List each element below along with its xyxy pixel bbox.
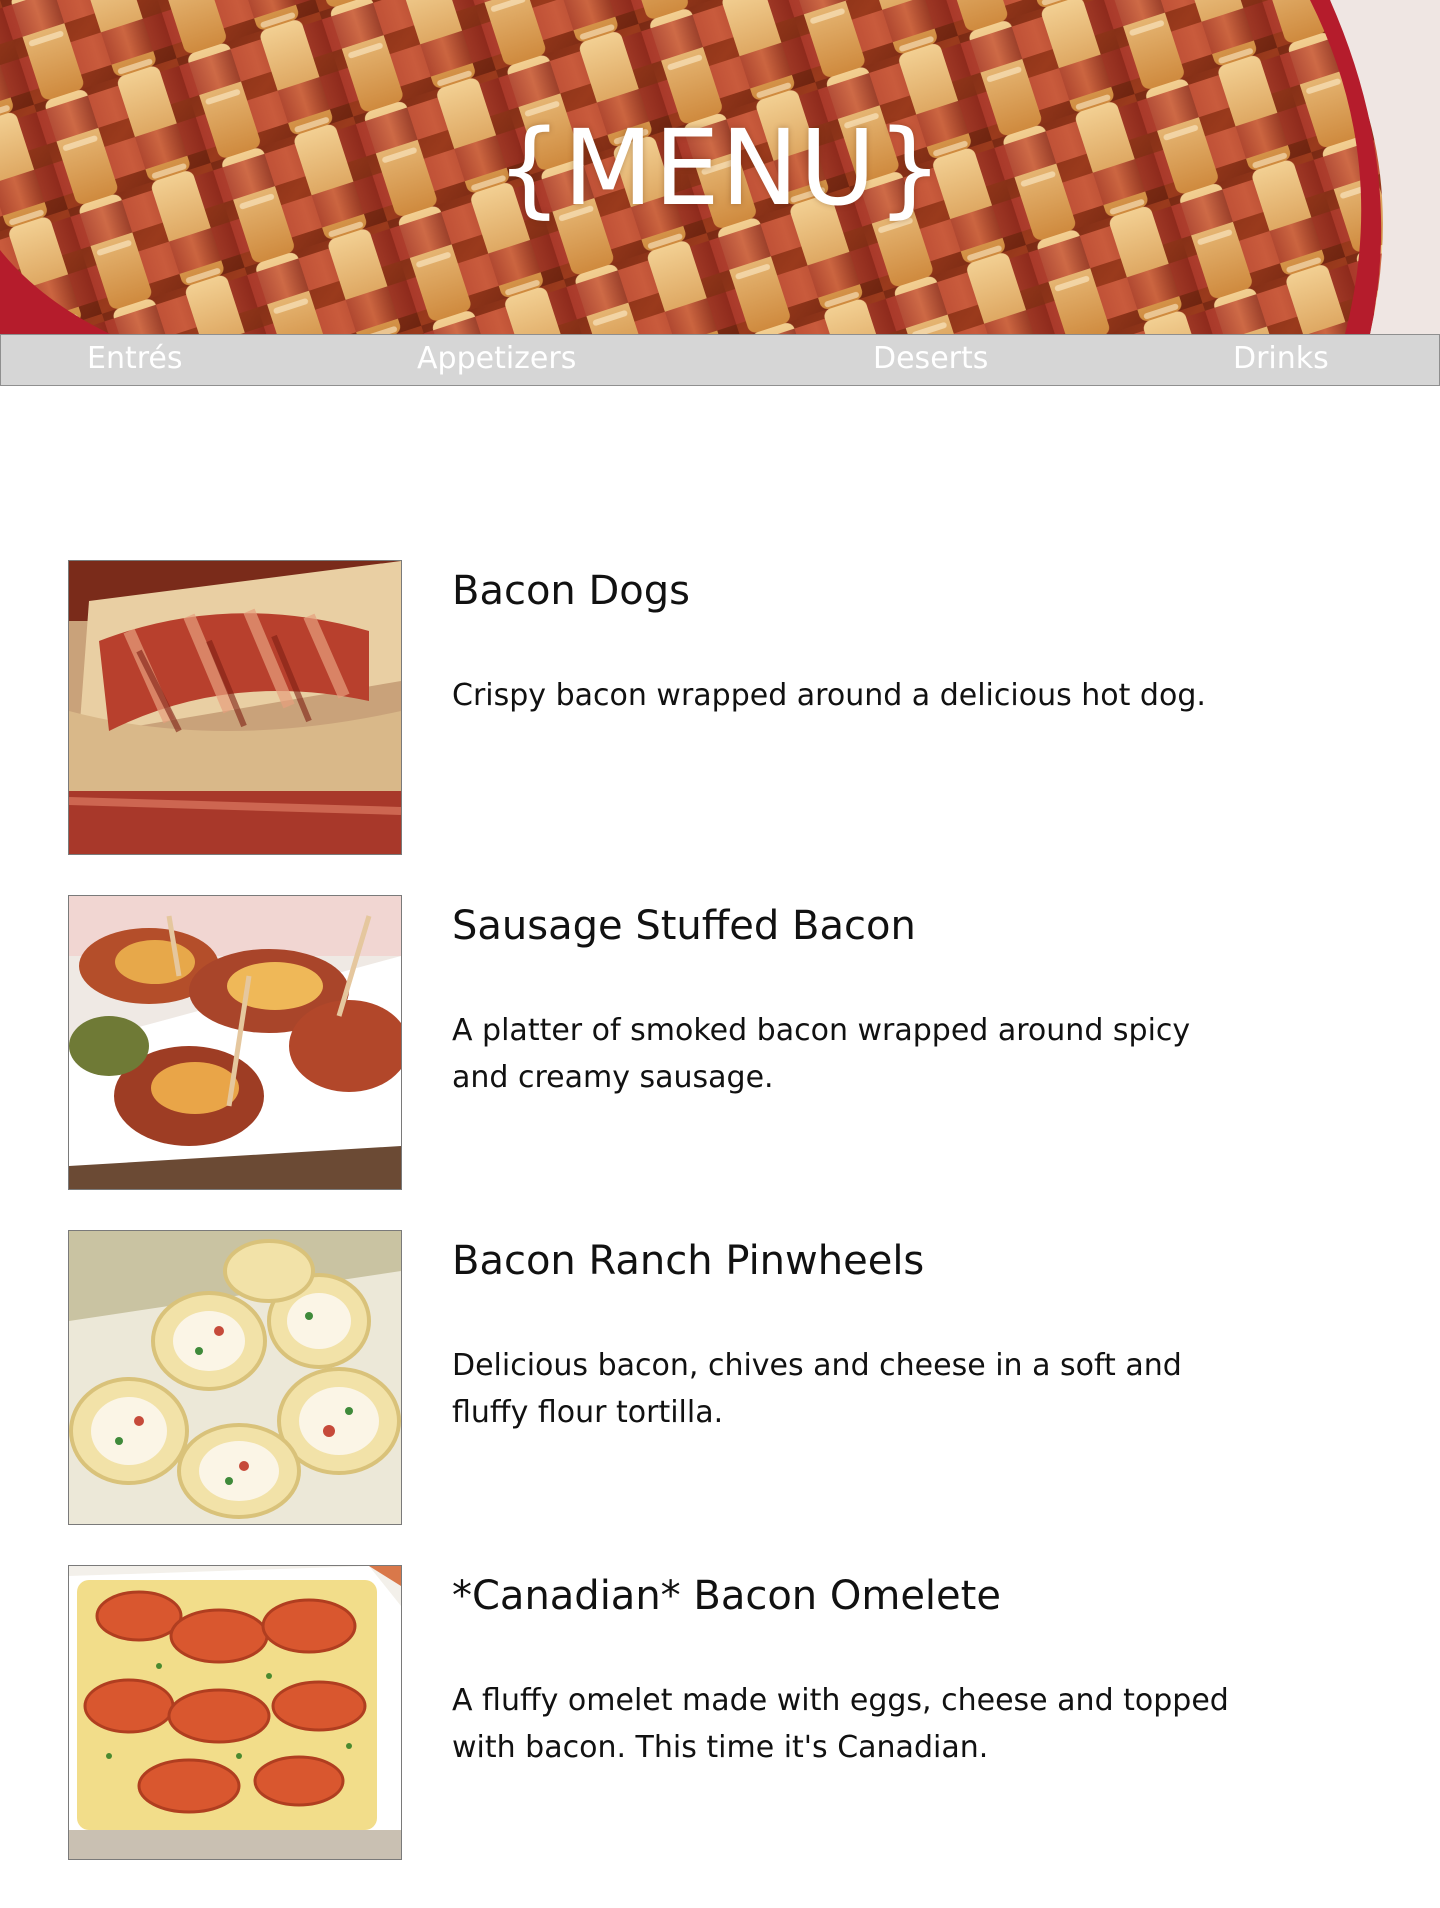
menu-item-title: Bacon Dogs <box>452 568 690 614</box>
menu-item-photo <box>68 1230 402 1525</box>
menu-item: Bacon Dogs Crispy bacon wrapped around a… <box>68 560 1368 855</box>
menu-item-photo <box>68 560 402 855</box>
menu-item-description: Crispy bacon wrapped around a delicious … <box>452 678 1206 713</box>
menu-item-title: Sausage Stuffed Bacon <box>452 903 916 949</box>
menu-item-description: Delicious bacon, chives and cheese in a … <box>452 1348 1182 1430</box>
menu-item: Bacon Ranch Pinwheels Delicious bacon, c… <box>68 1230 1368 1525</box>
menu-item-description: A fluffy omelet made with eggs, cheese a… <box>452 1683 1229 1765</box>
nav-item-appetizers[interactable]: Appetizers <box>417 341 576 376</box>
menu-item-title: Bacon Ranch Pinwheels <box>452 1238 925 1284</box>
nav-item-drinks[interactable]: Drinks <box>1233 341 1329 376</box>
bacon-dogs-image <box>69 561 401 854</box>
category-nav: Entrés Appetizers Deserts Drinks <box>0 334 1440 386</box>
menu-item-photo <box>68 1565 402 1860</box>
hero-banner: {MENU} <box>0 0 1440 334</box>
menu-item-title: *Canadian* Bacon Omelete <box>452 1573 1001 1619</box>
sausage-stuffed-bacon-image <box>69 896 401 1189</box>
bacon-ranch-pinwheels-image <box>69 1231 401 1524</box>
nav-item-deserts[interactable]: Deserts <box>873 341 988 376</box>
canadian-bacon-omelete-image <box>69 1566 401 1859</box>
menu-item-photo <box>68 895 402 1190</box>
menu-item-description: A platter of smoked bacon wrapped around… <box>452 1013 1191 1095</box>
menu-item: *Canadian* Bacon Omelete A fluffy omelet… <box>68 1565 1368 1860</box>
page-title: {MENU} <box>496 107 944 229</box>
nav-item-entres[interactable]: Entrés <box>87 341 183 376</box>
menu-item: Sausage Stuffed Bacon A platter of smoke… <box>68 895 1368 1190</box>
